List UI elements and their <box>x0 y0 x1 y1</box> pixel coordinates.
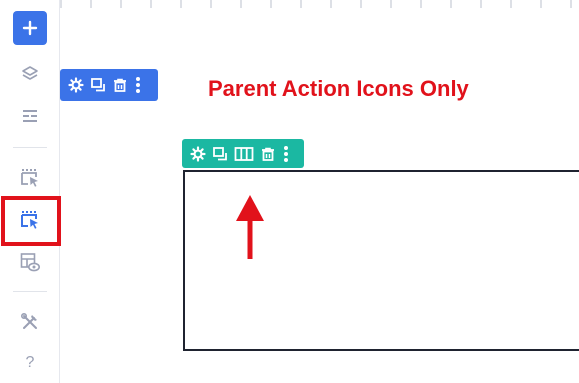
child-action-toolbar <box>182 139 304 168</box>
duplicate-icon[interactable] <box>212 146 228 162</box>
dotted-select-icon <box>21 169 38 187</box>
editor-canvas: ? Parent Action Icons Only <box>0 0 579 383</box>
left-sidebar: ? <box>0 0 61 383</box>
wrench-screwdriver-icon <box>20 312 37 329</box>
parent-action-toolbar <box>60 69 158 101</box>
gear-icon[interactable] <box>190 145 206 162</box>
trash-icon[interactable] <box>260 146 276 162</box>
sections-icon <box>23 110 37 122</box>
tools-button[interactable] <box>13 305 47 339</box>
trash-icon[interactable] <box>112 77 128 93</box>
annotation-arrow-icon <box>236 195 264 259</box>
layers-button[interactable] <box>13 57 47 91</box>
sections-button[interactable] <box>13 99 47 133</box>
question-icon: ? <box>25 354 35 371</box>
annotation-caption: Parent Action Icons Only <box>208 76 469 101</box>
top-dashed-guide <box>60 0 579 8</box>
gear-icon[interactable] <box>68 77 84 93</box>
add-element-button[interactable] <box>13 11 47 45</box>
more-vertical-icon[interactable] <box>282 145 290 162</box>
plus-icon <box>22 20 38 36</box>
layers-icon <box>22 66 38 80</box>
layout-eye-icon <box>20 253 40 272</box>
help-button[interactable]: ? <box>13 346 47 380</box>
highlight-annotation-box <box>1 196 61 246</box>
select-parent-button[interactable] <box>13 161 47 195</box>
sidebar-divider <box>13 291 47 292</box>
more-vertical-icon[interactable] <box>134 77 142 93</box>
columns-icon[interactable] <box>234 146 254 162</box>
sidebar-divider <box>13 147 47 148</box>
duplicate-icon[interactable] <box>90 77 106 93</box>
preview-button[interactable] <box>13 245 47 279</box>
